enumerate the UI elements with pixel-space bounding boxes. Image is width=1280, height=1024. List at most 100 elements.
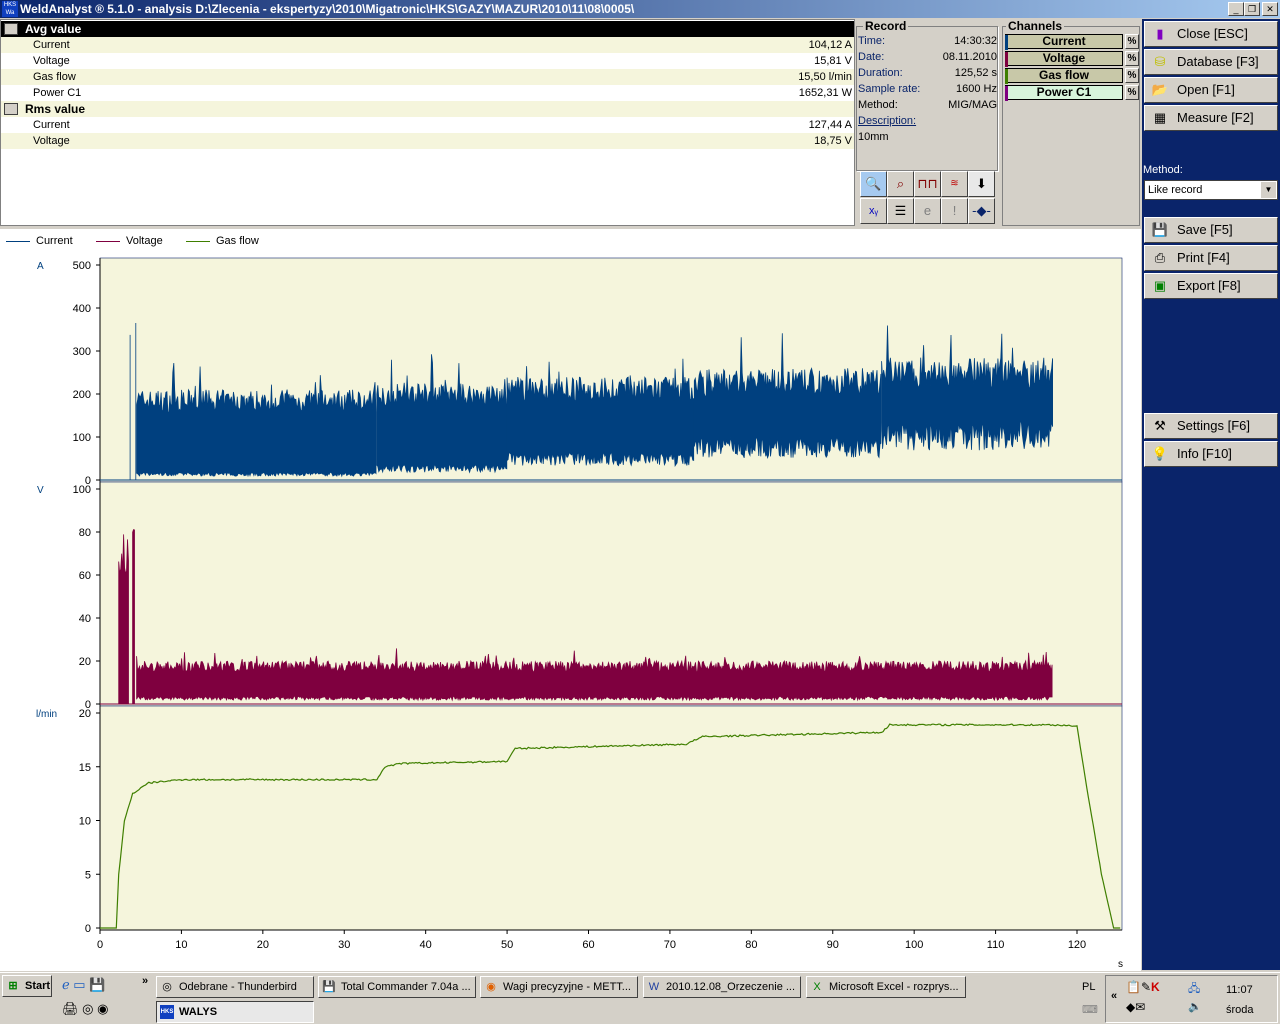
task-excel[interactable]: X Microsoft Excel - rozprys... [806, 976, 966, 998]
start-button[interactable]: ⊞ Start [2, 975, 52, 997]
clock-time: 11:07 [1226, 984, 1253, 996]
percent-button[interactable]: % [1125, 51, 1139, 66]
firefox-icon: ◉ [486, 981, 496, 993]
y-tick-label: 20 [79, 656, 91, 668]
restore-button[interactable]: ❐ [1244, 2, 1260, 16]
database-icon: ⛁ [1154, 54, 1166, 69]
signal-voltage [132, 529, 135, 705]
arrow-down-icon[interactable]: ⬇ [968, 171, 995, 197]
method-label: Method: [1143, 164, 1183, 176]
task-word[interactable]: W 2010.12.08_Orzeczenie ... [643, 976, 801, 998]
taskbar: ⊞ Start ℯ ▭ 💾 🖨 ◎ ◉ » ◎ Odebrane - Thunder… [0, 972, 1280, 1024]
tray-expand[interactable]: « [1111, 990, 1117, 1002]
duration-value: 125,52 s [954, 67, 997, 79]
info-button[interactable]: 💡 Info [F10] [1144, 441, 1278, 467]
chevron-down-icon[interactable]: ▼ [1261, 182, 1276, 198]
task-total-commander[interactable]: 💾 Total Commander 7.04a ... [318, 976, 476, 998]
y-tick-label: 500 [73, 260, 91, 272]
minimize-button[interactable]: _ [1228, 2, 1244, 16]
quicklaunch-icons[interactable]: ℯ ▭ 💾 [62, 977, 105, 993]
legend-current: Current [6, 235, 73, 247]
network-icon[interactable]: 🖧 [1188, 980, 1200, 999]
measure-icon: ▦ [1153, 110, 1167, 125]
duration-label: Duration: [858, 67, 903, 79]
print-button[interactable]: ⎙ Print [F4] [1144, 245, 1278, 271]
group-label: Avg value [25, 22, 82, 36]
close-button[interactable]: ▮ Close [ESC] [1144, 21, 1278, 47]
task-firefox[interactable]: ◉ Wagi precyzyjne - METT... [480, 976, 638, 998]
printer-icon: ⎙ [1154, 250, 1166, 265]
description-link[interactable]: Description: [858, 115, 916, 127]
language-indicator[interactable]: PL [1082, 981, 1095, 993]
settings-button[interactable]: ⚒ Settings [F6] [1144, 413, 1278, 439]
channel-voltage[interactable]: Voltage [1005, 51, 1123, 67]
y-tick-label: 300 [73, 346, 91, 358]
channel-power-c1[interactable]: Power C1 [1005, 85, 1123, 101]
task-thunderbird[interactable]: ◎ Odebrane - Thunderbird [156, 976, 314, 998]
export-button[interactable]: ▣ Export [F8] [1144, 273, 1278, 299]
y-tick-label: 100 [73, 432, 91, 444]
square-wave-icon[interactable]: ⊓⊓ [914, 171, 941, 197]
waveform-chart[interactable]: A0100200300400500V020406080100l/min05101… [0, 250, 1141, 970]
zoom-wave-icon[interactable]: ⌕ [887, 171, 914, 197]
app-icon: HKS Wa [2, 1, 18, 17]
close-door-icon: ▮ [1156, 26, 1164, 41]
open-button[interactable]: 📂 Open [F1] [1144, 77, 1278, 103]
x-tick-label: 30 [338, 939, 350, 951]
quicklaunch-chevron[interactable]: » [142, 975, 148, 987]
title-bar: WeldAnalyst ® 5.1.0 - analysis D:\Zlecen… [0, 0, 1280, 18]
y-unit-label: A [37, 261, 44, 272]
channels-title: Channels [1006, 19, 1065, 33]
sample-rate-label: Sample rate: [858, 83, 921, 95]
y-tick-label: 0 [85, 923, 91, 935]
sidebar: ▮ Close [ESC] ⛁ Database [F3] 📂 Open [F1] ▦… [1142, 19, 1280, 970]
collapse-icon[interactable] [4, 23, 18, 35]
channel-current[interactable]: Current [1005, 34, 1123, 50]
xy-icon[interactable]: xᵧ [860, 198, 887, 224]
statistics-table: Avg value Current 104,12 A Voltage 15,81 V… [0, 19, 855, 226]
volume-icon[interactable]: 🔈 [1188, 1000, 1202, 1013]
channel-color [1005, 86, 1008, 101]
x-tick-label: 110 [987, 939, 1005, 951]
method-label: Method: [858, 99, 898, 111]
table-row: Gas flow 15,50 l/min [1, 69, 854, 85]
clock-day: środa [1226, 1004, 1254, 1016]
close-window-button[interactable]: ✕ [1262, 2, 1278, 16]
multi-wave-icon[interactable]: ≋ [941, 171, 968, 197]
table-row: Voltage 15,81 V [33, 55, 852, 67]
collapse-icon[interactable] [4, 103, 18, 115]
channel-color [1005, 69, 1008, 84]
avg-value-group[interactable]: Avg value [1, 21, 854, 37]
list-icon[interactable]: ☰ [887, 198, 914, 224]
y-tick-label: 60 [79, 570, 91, 582]
percent-button[interactable]: % [1125, 85, 1139, 100]
system-tray: « 📋✎K ◆✉ 🖧 🔈 11:07 środa [1105, 975, 1278, 1023]
quicklaunch-icons[interactable]: 🖨 ◎ ◉ [62, 1001, 108, 1017]
e-icon[interactable]: e [914, 198, 941, 224]
method-select[interactable]: Like record ▼ [1144, 180, 1278, 200]
measure-button[interactable]: ▦ Measure [F2] [1144, 105, 1278, 131]
marker-line-icon[interactable]: -◆- [968, 198, 995, 224]
tray-icons[interactable]: ◆✉ [1126, 1000, 1145, 1014]
percent-button[interactable]: % [1125, 34, 1139, 49]
word-icon: W [648, 981, 660, 993]
date-label: Date: [858, 51, 885, 63]
x-tick-label: 60 [582, 939, 594, 951]
channel-color [1005, 52, 1008, 67]
channel-gas-flow[interactable]: Gas flow [1005, 68, 1123, 84]
percent-button[interactable]: % [1125, 68, 1139, 83]
save-button[interactable]: 💾 Save [F5] [1144, 217, 1278, 243]
zoom-icon[interactable]: 🔍 [860, 171, 887, 197]
database-button[interactable]: ⛁ Database [F3] [1144, 49, 1278, 75]
rms-value-group[interactable]: Rms value [1, 101, 854, 117]
table-row: Voltage 18,75 V [1, 133, 854, 149]
tray-icons[interactable]: 📋✎K [1126, 980, 1160, 994]
y-unit-label: l/min [36, 709, 57, 720]
exclamation-icon[interactable]: ! [941, 198, 968, 224]
task-walys[interactable]: HKS WALYS [156, 1001, 314, 1023]
walys-icon: HKS [160, 1005, 174, 1019]
table-row: Current 127,44 A [33, 119, 852, 131]
x-tick-label: 50 [501, 939, 513, 951]
x-tick-label: 0 [97, 939, 103, 951]
time-label: Time: [858, 35, 886, 47]
